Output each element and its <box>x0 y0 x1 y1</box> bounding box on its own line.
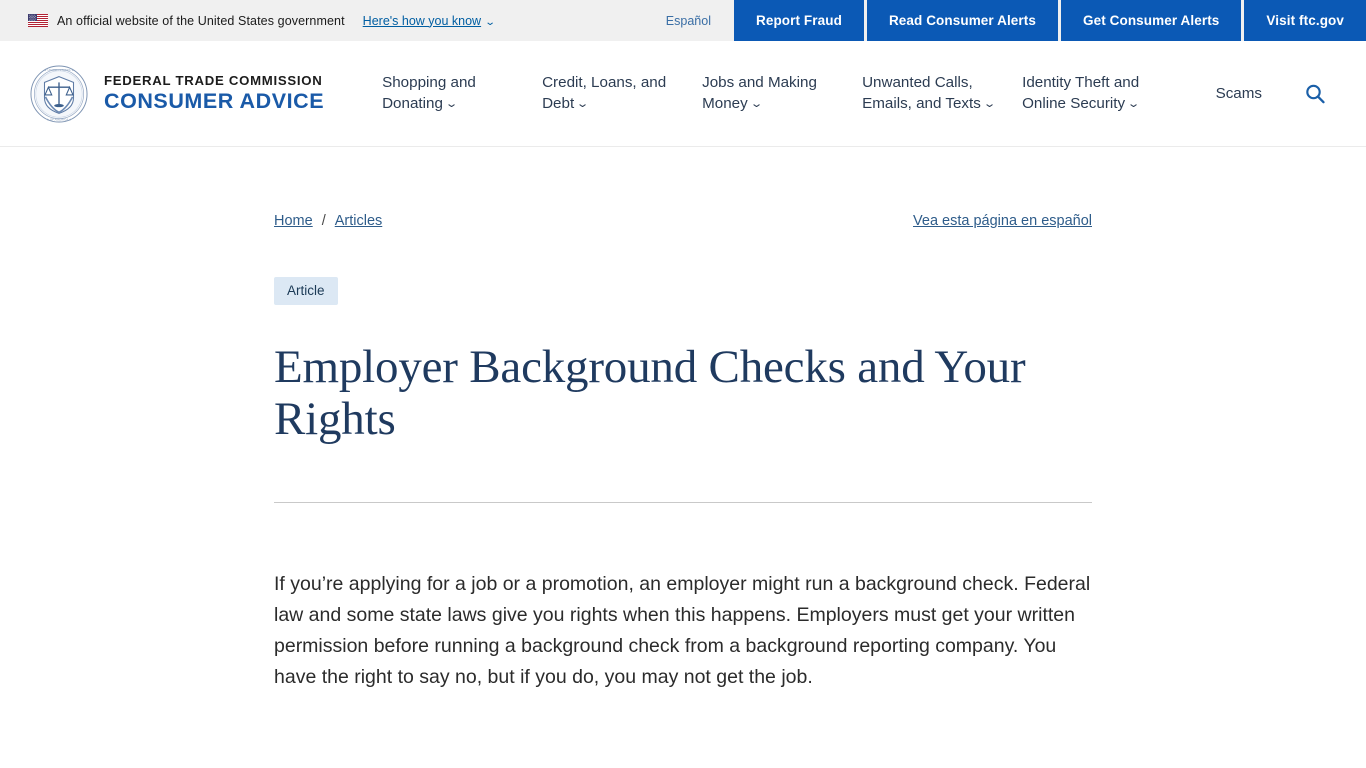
title-divider <box>274 502 1092 504</box>
nav-label: Shopping and Donating <box>382 74 476 112</box>
content-container: Home / Articles Vea esta página en español… <box>274 147 1092 693</box>
how-you-know-label: Here's how you know <box>362 13 482 28</box>
main-content: Home / Articles Vea esta página en español… <box>0 147 1366 693</box>
svg-text:★ OF AMERICA ★: ★ OF AMERICA ★ <box>46 117 72 121</box>
site-header: ★ UNITED STATES ★ ★ OF AMERICA ★ FEDERAL… <box>0 41 1366 147</box>
nav-item-identity-theft-and-online-security[interactable]: Identity Theft and Online Security ⌄ <box>1022 73 1182 113</box>
chevron-down-icon: ⌄ <box>982 97 997 110</box>
us-flag-icon <box>28 14 48 27</box>
nav-item-shopping-and-donating[interactable]: Shopping and Donating ⌄ <box>382 73 542 113</box>
breadcrumb-row: Home / Articles Vea esta página en español <box>274 147 1092 229</box>
chevron-down-icon: ⌄ <box>444 97 459 110</box>
nav-item-scams[interactable]: Scams <box>1216 85 1262 102</box>
nav-item-unwanted-calls-emails-and-texts[interactable]: Unwanted Calls, Emails, and Texts ⌄ <box>862 73 1022 113</box>
report-fraud-button[interactable]: Report Fraud <box>733 0 864 41</box>
gov-utility-bar: An official website of the United States… <box>0 0 1366 41</box>
header-right-actions: Scams <box>1216 81 1366 107</box>
article-intro-paragraph: If you’re applying for a job or a promot… <box>274 573 1091 689</box>
search-button[interactable] <box>1302 81 1328 107</box>
ftc-seal-icon: ★ UNITED STATES ★ ★ OF AMERICA ★ <box>30 64 88 123</box>
gov-banner-text: An official website of the United States… <box>57 13 345 28</box>
gov-banner-notice: An official website of the United States… <box>0 0 496 41</box>
chevron-down-icon: ⌄ <box>576 97 590 110</box>
breadcrumb: Home / Articles <box>274 213 382 229</box>
brand-product-name: CONSUMER ADVICE <box>104 89 325 114</box>
nav-label: Identity Theft and Online Security <box>1022 74 1140 112</box>
how-you-know-toggle[interactable]: Here's how you know ⌄ <box>362 13 496 28</box>
view-page-in-spanish-link[interactable]: Vea esta página en español <box>913 213 1092 229</box>
search-icon <box>1306 84 1325 103</box>
nav-label: Credit, Loans, and Debt <box>542 74 667 112</box>
page-title: Employer Background Checks and Your Righ… <box>274 341 1026 446</box>
nav-item-credit-loans-and-debt[interactable]: Credit, Loans, and Debt ⌄ <box>542 73 702 113</box>
chevron-down-icon: ⌄ <box>1127 97 1141 110</box>
espanol-link[interactable]: Español <box>646 0 731 41</box>
brand-wordmark: FEDERAL TRADE COMMISSION CONSUMER ADVICE <box>104 72 325 114</box>
nav-item-jobs-and-making-money[interactable]: Jobs and Making Money ⌄ <box>702 73 862 113</box>
chevron-down-icon: ⌄ <box>484 16 496 28</box>
breadcrumb-home-link[interactable]: Home <box>274 213 313 229</box>
chevron-down-icon: ⌄ <box>749 97 763 110</box>
nav-label: Unwanted Calls, Emails, and Texts <box>862 74 981 112</box>
brand-agency-name: FEDERAL TRADE COMMISSION <box>104 72 323 88</box>
visit-ftc-gov-button[interactable]: Visit ftc.gov <box>1244 0 1366 41</box>
content-type-badge[interactable]: Article <box>274 277 338 305</box>
read-consumer-alerts-button[interactable]: Read Consumer Alerts <box>866 0 1058 41</box>
gov-bar-actions: Español Report Fraud Read Consumer Alert… <box>646 0 1366 41</box>
breadcrumb-separator: / <box>321 213 326 229</box>
get-consumer-alerts-button[interactable]: Get Consumer Alerts <box>1060 0 1242 41</box>
site-logo-link[interactable]: ★ UNITED STATES ★ ★ OF AMERICA ★ FEDERAL… <box>0 64 325 123</box>
primary-navigation: Shopping and Donating ⌄ Credit, Loans, an… <box>382 73 1366 113</box>
breadcrumb-articles-link[interactable]: Articles <box>335 213 383 229</box>
svg-text:★ UNITED STATES ★: ★ UNITED STATES ★ <box>44 68 74 72</box>
